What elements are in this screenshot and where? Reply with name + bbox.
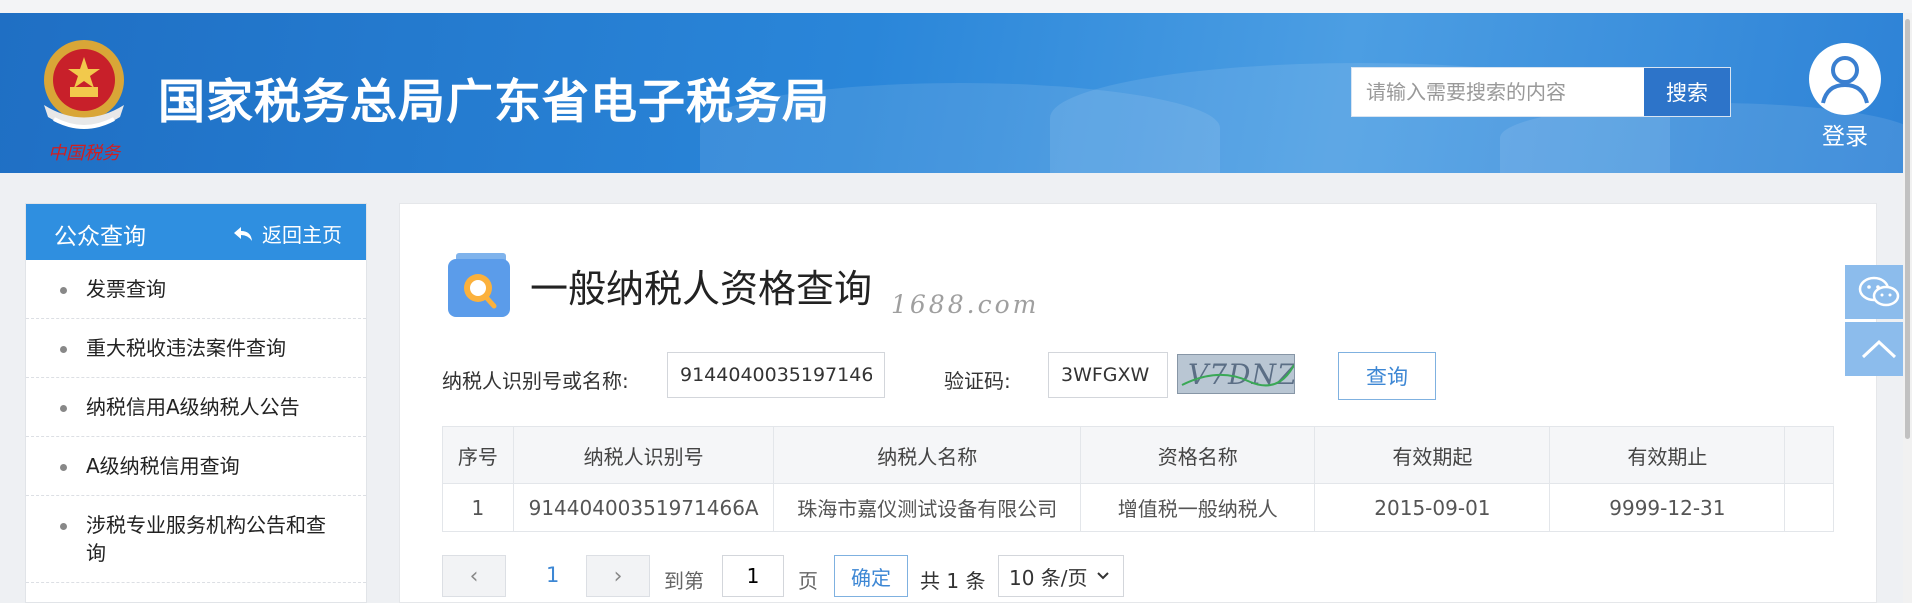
sidebar: 公众查询 返回主页 发票查询 重大税收违法案件查询 纳税信用A级纳税人公告 A级…: [25, 203, 367, 603]
column-header: 纳税人名称: [773, 426, 1082, 484]
search-button[interactable]: 搜索: [1644, 68, 1730, 116]
scrollbar-thumb[interactable]: [1905, 19, 1910, 439]
search-box: 搜索: [1351, 67, 1731, 117]
table-header-row: 序号 纳税人识别号 纳税人名称 资格名称 有效期起 有效期止: [442, 426, 1834, 484]
search-input[interactable]: [1352, 68, 1644, 116]
next-page-button[interactable]: ›: [586, 555, 650, 597]
browser-top-strip: [0, 0, 1912, 13]
page-unit-label: 页: [798, 569, 818, 593]
site-header: 中国税务 国家税务总局广东省电子税务局 搜索 登录: [0, 13, 1912, 173]
back-home-label: 返回主页: [262, 223, 342, 247]
main-panel: 一般纳税人资格查询 1688.com 纳税人识别号或名称: 验证码: V7DNZ…: [399, 203, 1877, 603]
goto-label: 到第: [664, 569, 704, 593]
prev-page-button[interactable]: ‹: [442, 555, 506, 597]
total-count: 共 1 条: [920, 569, 986, 593]
pagination: ‹ 1 › 到第 页 确定 共 1 条 10 条/页: [442, 555, 1342, 599]
sidebar-header: 公众查询 返回主页: [26, 204, 366, 260]
sidebar-item-a-level-credit-query[interactable]: A级纳税信用查询: [26, 437, 366, 496]
user-avatar-icon: [1809, 43, 1881, 115]
login-label: 登录: [1822, 124, 1868, 150]
emblem-caption: 中国税务: [48, 143, 122, 164]
chevron-right-icon: ›: [613, 563, 623, 589]
wechat-icon: [1858, 276, 1899, 307]
chevron-down-icon: [1096, 572, 1109, 580]
page-size-value: 10 条/页: [1009, 565, 1088, 590]
goto-confirm-button[interactable]: 确定: [834, 555, 908, 597]
chevron-up-icon: [1861, 339, 1896, 359]
page-scrollbar[interactable]: [1903, 13, 1912, 603]
chevron-left-icon: ‹: [469, 563, 479, 589]
result-table: 序号 纳税人识别号 纳税人名称 资格名称 有效期起 有效期止 1 9144040…: [442, 426, 1834, 532]
national-emblem-icon: 中国税务: [44, 40, 124, 164]
query-button[interactable]: 查询: [1338, 352, 1436, 400]
sidebar-item-tax-violation-query[interactable]: 重大税收违法案件查询: [26, 319, 366, 378]
captcha-label: 验证码:: [944, 369, 1011, 393]
captcha-noise-icon: [1181, 364, 1294, 387]
page-title: 一般纳税人资格查询: [530, 267, 873, 311]
back-to-top-button[interactable]: [1845, 322, 1912, 376]
table-cell: 增值税一般纳税人: [1080, 483, 1316, 532]
sidebar-item-invoice-query[interactable]: 发票查询: [26, 260, 366, 319]
search-document-icon: [448, 253, 510, 317]
captcha-input[interactable]: [1048, 352, 1168, 398]
taxpayer-label: 纳税人识别号或名称:: [442, 369, 629, 393]
column-header-empty: [1784, 426, 1834, 484]
sidebar-item-tax-service-agency[interactable]: 涉税专业服务机构公告和查询: [26, 496, 366, 583]
watermark: 1688.com: [891, 290, 1040, 319]
column-header: 有效期止: [1549, 426, 1786, 484]
sidebar-item-a-level-announcement[interactable]: 纳税信用A级纳税人公告: [26, 378, 366, 437]
column-header: 纳税人识别号: [512, 426, 775, 484]
taxpayer-input[interactable]: [667, 352, 885, 398]
page-size-select[interactable]: 10 条/页: [998, 555, 1124, 597]
current-page[interactable]: 1: [546, 563, 559, 587]
column-header: 资格名称: [1080, 426, 1316, 484]
column-header: 有效期起: [1314, 426, 1551, 484]
table-cell: 1: [442, 483, 514, 532]
table-cell: 珠海市嘉仪测试设备有限公司: [773, 483, 1082, 532]
sidebar-title: 公众查询: [54, 224, 146, 250]
wechat-float-button[interactable]: [1845, 265, 1912, 319]
back-home-link[interactable]: 返回主页: [232, 219, 342, 248]
captcha-image[interactable]: V7DNZX: [1177, 354, 1295, 394]
login-button[interactable]: 登录: [1807, 43, 1883, 151]
goto-page-input[interactable]: [722, 555, 784, 597]
table-cell-empty: [1784, 483, 1834, 532]
table-row: 1 91440400351971466A 珠海市嘉仪测试设备有限公司 增值税一般…: [442, 483, 1834, 532]
table-cell: 91440400351971466A: [512, 483, 775, 532]
site-title: 国家税务总局广东省电子税务局: [158, 75, 830, 130]
table-cell: 2015-09-01: [1314, 483, 1551, 532]
column-header: 序号: [442, 426, 514, 484]
back-arrow-icon: [234, 226, 252, 241]
table-cell: 9999-12-31: [1549, 483, 1786, 532]
